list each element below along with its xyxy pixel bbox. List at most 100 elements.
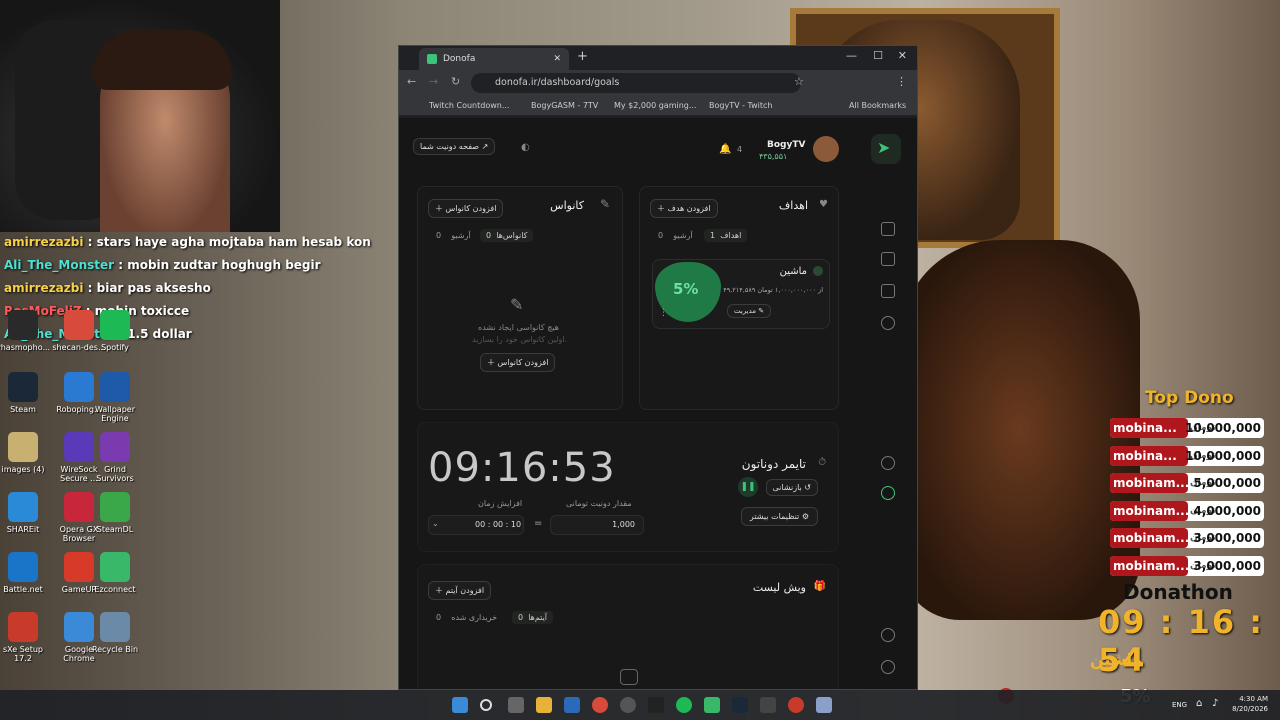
more-settings-button[interactable]: تنظیمات بیشتر ⚙ bbox=[740, 507, 818, 526]
terminal-icon[interactable] bbox=[760, 697, 776, 713]
gift-icon[interactable] bbox=[881, 284, 895, 298]
maximize-icon[interactable]: ☐ bbox=[873, 49, 883, 62]
settings-taskbar-icon[interactable] bbox=[816, 697, 832, 713]
volume-icon[interactable]: ♪ bbox=[1212, 698, 1218, 709]
sync-icon[interactable] bbox=[881, 252, 895, 266]
taskbar: ENG ⌂ ♪ 4:30 AM 8/20/2026 bbox=[0, 690, 1280, 720]
url-input[interactable]: donofa.ir/dashboard/goals bbox=[471, 73, 801, 93]
desktop-icon[interactable]: Wallpaper Engine bbox=[86, 372, 144, 432]
empty-canvas-title: هیچ کانواسی ایجاد نشده bbox=[478, 323, 559, 332]
target-icon[interactable] bbox=[881, 316, 895, 330]
tab-title: Donofa bbox=[443, 54, 476, 64]
steam-icon[interactable] bbox=[732, 697, 748, 713]
spotify-icon[interactable] bbox=[676, 697, 692, 713]
tab-donofa[interactable]: Donofa ✕ bbox=[419, 48, 569, 70]
vscode-icon[interactable] bbox=[564, 697, 580, 713]
time-increase-input[interactable]: 00 : 00 : 10 bbox=[428, 515, 524, 535]
desktop-icon[interactable]: Spotify bbox=[86, 310, 144, 370]
reset-button[interactable]: بازنشانی ↺ bbox=[765, 479, 818, 496]
minimize-icon[interactable]: — bbox=[846, 49, 857, 62]
tab-label: خریداری شده bbox=[451, 613, 498, 622]
profile-balance: ۴۳۵,۵۵۱ bbox=[759, 152, 788, 161]
desktop-icon[interactable]: Ezconnect bbox=[86, 552, 144, 612]
bookmark-item[interactable]: All Bookmarks bbox=[849, 101, 906, 110]
timer-card-icon: ⏱ bbox=[818, 457, 826, 468]
desktop-icon[interactable]: Battle.net bbox=[0, 552, 52, 612]
grid-icon[interactable] bbox=[881, 222, 895, 236]
tab-archive[interactable]: 0 آرشیو bbox=[658, 231, 693, 240]
tab-items[interactable]: 0 آیتم‌ها bbox=[512, 611, 554, 624]
close-tab-icon[interactable]: ✕ bbox=[553, 48, 561, 70]
add-goal-button[interactable]: ＋ افزودن هدف bbox=[650, 199, 718, 218]
pause-button[interactable]: ❚❚ bbox=[738, 477, 758, 497]
goal-percent: 5% bbox=[673, 280, 699, 298]
tab-count: 0 bbox=[518, 613, 524, 622]
empty-add-canvas-button[interactable]: ＋ افزودن کانواس bbox=[480, 353, 556, 372]
app-icon bbox=[100, 612, 130, 642]
canvas-icon: ✎ bbox=[599, 197, 610, 211]
bookmark-item[interactable]: BogyGASM - 7TV bbox=[531, 101, 598, 110]
forward-icon[interactable]: → bbox=[429, 75, 438, 88]
tab-archive[interactable]: 0 آرشیو bbox=[436, 231, 471, 240]
desktop-icon[interactable]: Recycle Bin bbox=[86, 612, 144, 672]
support-icon[interactable] bbox=[881, 628, 895, 642]
donation-amount: 5,000,000 bbox=[1193, 476, 1261, 490]
opera-icon[interactable] bbox=[788, 697, 804, 713]
app-icon[interactable] bbox=[648, 697, 664, 713]
obs-icon[interactable] bbox=[620, 697, 636, 713]
desktop-icon[interactable]: Grind Survivors bbox=[86, 432, 144, 492]
tab-canvases[interactable]: 0 کانواس‌ها bbox=[480, 229, 534, 242]
donation-row: mobinam... تومان 4,000,000 bbox=[1110, 500, 1264, 521]
sidebar: ➤ bbox=[859, 118, 917, 689]
chevron-down-icon[interactable]: ⌄ bbox=[432, 519, 439, 528]
search-icon[interactable] bbox=[480, 699, 492, 711]
file-explorer-icon[interactable] bbox=[536, 697, 552, 713]
tab-label: آیتم‌ها bbox=[528, 613, 548, 622]
desktop-icon[interactable]: SHAREit bbox=[0, 492, 52, 552]
theme-icon[interactable]: ◐ bbox=[521, 142, 530, 153]
donate-page-label: صفحه دونیت شما bbox=[420, 142, 480, 151]
donate-page-button[interactable]: صفحه دونیت شما ↗ bbox=[413, 138, 496, 155]
donor-name: mobinam... bbox=[1110, 473, 1189, 493]
desktop-icon[interactable]: SteamDL bbox=[86, 492, 144, 552]
new-tab-icon[interactable]: + bbox=[577, 49, 588, 64]
clock-time[interactable]: 4:30 AM bbox=[1226, 695, 1268, 703]
manage-goal-button[interactable]: مدیریت ✎ bbox=[727, 304, 772, 318]
bookmark-item[interactable]: BogyTV - Twitch bbox=[709, 101, 772, 110]
menu-icon[interactable]: ⋮ bbox=[896, 75, 907, 88]
desktop-icon[interactable]: Phasmopho... bbox=[0, 310, 52, 370]
tab-goals[interactable]: 1 اهداف bbox=[704, 229, 748, 242]
close-window-icon[interactable]: ✕ bbox=[898, 49, 907, 62]
desktop-icon[interactable]: Steam bbox=[0, 372, 52, 432]
add-canvas-button[interactable]: ＋ افزودن کانواس bbox=[428, 199, 504, 218]
network-icon[interactable]: ⌂ bbox=[1196, 698, 1202, 709]
tab-bar: Donofa ✕ + — ☐ ✕ bbox=[399, 46, 917, 70]
clock-date[interactable]: 8/20/2026 bbox=[1226, 705, 1268, 713]
desktop-icon-label: sXe Setup 17.2 bbox=[2, 645, 44, 663]
tab-bought[interactable]: 0 خریداری شده bbox=[436, 613, 497, 622]
reload-icon[interactable]: ↻ bbox=[451, 75, 460, 88]
amount-input[interactable]: 1,000 bbox=[550, 515, 644, 535]
app-icon bbox=[8, 372, 38, 402]
add-item-button[interactable]: ＋ افزودن آیتم bbox=[428, 581, 492, 600]
settings-icon[interactable] bbox=[881, 660, 895, 674]
desktop-icon[interactable]: images (4) bbox=[0, 432, 52, 492]
bookmark-item[interactable]: Twitch Countdown... bbox=[429, 101, 509, 110]
desktop-icon-label: Ezconnect bbox=[94, 585, 136, 594]
goal-item[interactable]: 5% ماشین ۴۹,۲۱۴,۵۸۹ از ۱,۰۰۰,۰۰۰,۰۰۰ توم… bbox=[652, 259, 830, 329]
profile-box[interactable]: 🔔 4 BogyTV ۴۳۵,۵۵۱ bbox=[715, 136, 845, 166]
timer-icon[interactable] bbox=[881, 486, 895, 500]
bell-icon[interactable]: 🔔 bbox=[719, 144, 731, 155]
language-indicator[interactable]: ENG bbox=[1172, 701, 1187, 709]
app-icon bbox=[8, 552, 38, 582]
bookmark-star-icon[interactable]: ☆ bbox=[794, 75, 804, 88]
goal-more-icon[interactable]: ⋮ bbox=[659, 308, 668, 318]
chrome-icon[interactable] bbox=[592, 697, 608, 713]
bookmark-item[interactable]: My $2,000 gaming... bbox=[614, 101, 697, 110]
windows-start-icon[interactable] bbox=[452, 697, 468, 713]
telegram-icon[interactable] bbox=[704, 697, 720, 713]
heart-icon[interactable] bbox=[881, 456, 895, 470]
back-icon[interactable]: ← bbox=[407, 75, 416, 88]
desktop-icon[interactable]: sXe Setup 17.2 bbox=[0, 612, 52, 672]
task-view-icon[interactable] bbox=[508, 697, 524, 713]
